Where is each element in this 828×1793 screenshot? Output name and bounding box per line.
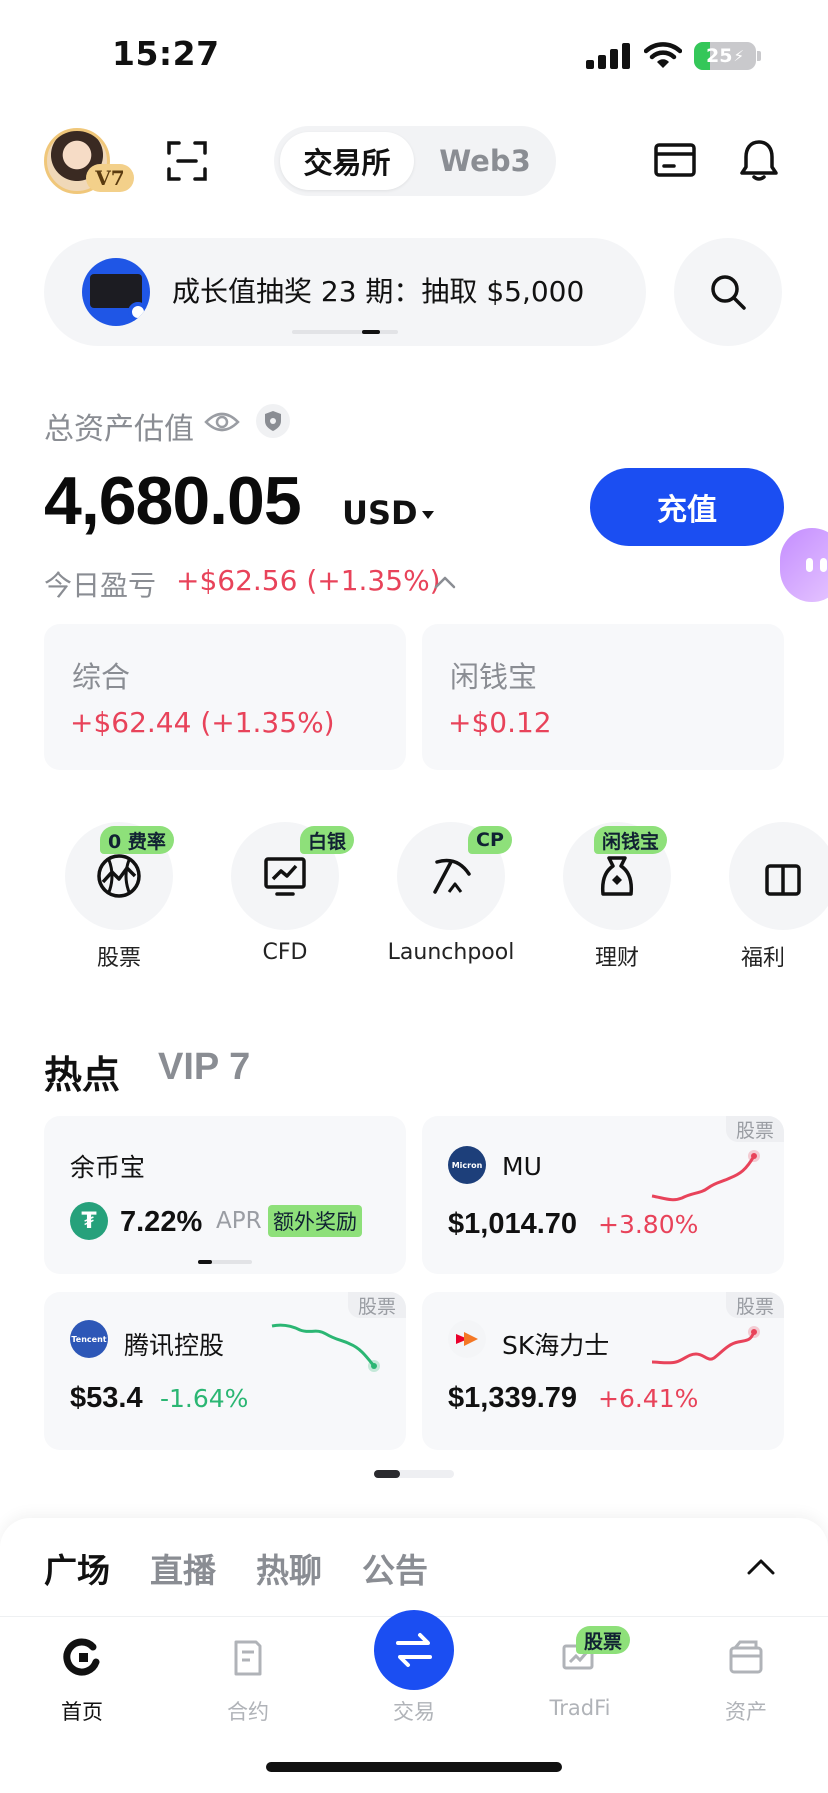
apr-value: 7.22% [120, 1206, 203, 1238]
battery-icon: 25 ⚡ [694, 42, 756, 70]
shield-icon[interactable] [256, 404, 290, 438]
shortcut-label: 股票 [96, 946, 141, 971]
hot-card-name: 腾讯控股 [124, 1331, 225, 1360]
currency-selector[interactable]: USD [342, 494, 418, 532]
hot-pager [374, 1470, 454, 1478]
nav-label: TradFi [549, 1696, 611, 1720]
tab-live[interactable]: 直播 [150, 1544, 216, 1592]
assistant-bubble[interactable] [780, 528, 828, 602]
hot-card-change: -1.64% [160, 1384, 249, 1413]
pnl-card-title: 闲钱宝 [450, 660, 538, 694]
tab-square[interactable]: 广场 [44, 1544, 110, 1592]
hot-card-tencent[interactable]: 股票 Tencent 腾讯控股 $53.4 -1.64% [44, 1292, 406, 1450]
pnl-card-value: +$62.44 (+1.35%) [70, 706, 335, 739]
card-icon[interactable] [654, 142, 696, 178]
sk-logo-icon [448, 1320, 486, 1358]
shortcut-label: CFD [262, 940, 308, 965]
micron-logo-icon: Micron [448, 1146, 486, 1184]
nav-label: 资产 [725, 1700, 767, 1724]
hot-card-name: MU [502, 1152, 542, 1181]
tab-exchange[interactable]: 交易所 [280, 132, 414, 190]
stock-tag: 股票 [726, 1292, 784, 1318]
gift-icon [765, 864, 801, 896]
hot-card-skhynix[interactable]: 股票 SK海力士 $1,339.79 +6.41% [422, 1292, 784, 1450]
nav-home[interactable]: 首页 [22, 1636, 142, 1736]
shortcut-badge: CP [468, 826, 512, 854]
hot-card-price: $1,339.79 [448, 1382, 578, 1414]
tab-announcements[interactable]: 公告 [362, 1544, 428, 1592]
sparkline-chart [651, 1150, 760, 1202]
deposit-button[interactable]: 充值 [590, 468, 784, 546]
cellular-signal-icon [586, 43, 630, 69]
pnl-card-savings[interactable]: 闲钱宝 +$0.12 [422, 624, 784, 770]
promo-pager [292, 330, 398, 334]
tether-icon: ₮ [70, 1202, 108, 1240]
extra-reward-badge: 额外奖励 [268, 1205, 362, 1237]
total-assets-amount: 4,680.05 [44, 463, 302, 539]
nav-futures[interactable]: 合约 [188, 1636, 308, 1736]
battery-cap [757, 51, 761, 61]
hot-section-title[interactable]: 热点 [44, 1044, 120, 1099]
hot-card-change: +3.80% [598, 1210, 699, 1239]
card-pager [198, 1260, 252, 1264]
pnl-card-title: 综合 [72, 660, 131, 694]
wallet-icon [729, 1640, 763, 1674]
hot-card-price: $1,014.70 [448, 1208, 578, 1240]
total-assets-label: 总资产估值 [44, 412, 194, 447]
search-icon [711, 275, 746, 310]
nav-label: 合约 [227, 1700, 269, 1724]
bell-icon[interactable] [738, 138, 780, 182]
stock-tag: 股票 [348, 1292, 406, 1318]
eye-icon[interactable] [204, 408, 240, 436]
stock-tag: 股票 [726, 1116, 784, 1142]
hot-card-mu[interactable]: 股票 Micron MU $1,014.70 +3.80% [422, 1116, 784, 1274]
nav-label: 交易 [393, 1700, 435, 1724]
hot-card-price: $53.4 [70, 1382, 143, 1414]
shortcut-badge: 闲钱宝 [594, 826, 668, 854]
monitor-chart-icon [264, 857, 306, 896]
hot-card-change: +6.41% [598, 1384, 699, 1413]
sparkline-chart [271, 1323, 380, 1372]
hot-card-name: SK海力士 [502, 1331, 610, 1360]
shortcut-label: Launchpool [387, 940, 515, 965]
nav-label: 首页 [61, 1700, 103, 1724]
globe-chart-icon [97, 854, 141, 898]
promo-text: 成长值抽奖 23 期：抽取 $5,000 [172, 275, 585, 308]
apr-label: APR [216, 1208, 262, 1234]
battery-level: 25 [706, 45, 733, 67]
caret-down-icon[interactable] [422, 511, 434, 519]
shortcut-label: 理财 [594, 946, 639, 971]
wifi-icon [644, 42, 682, 68]
shortcut-benefits[interactable] [729, 822, 828, 930]
nav-trade[interactable]: 交易 [354, 1636, 474, 1736]
home-indicator [266, 1762, 562, 1772]
contract-icon [234, 1640, 262, 1676]
sparkline-chart [651, 1326, 760, 1365]
vip-level-badge: V7 [86, 164, 134, 192]
shortcut-label: 福利 [741, 946, 783, 971]
today-pnl-label: 今日盈亏 [44, 569, 157, 602]
today-pnl-value: +$62.56 (+1.35%) [176, 564, 441, 597]
status-time: 15:27 [112, 34, 220, 73]
hot-card-savings[interactable]: 余币宝 ₮ 7.22% APR 额外奖励 [44, 1116, 406, 1274]
shortcut-badge: 0 费率 [100, 826, 174, 854]
chevron-up-icon[interactable] [432, 570, 458, 596]
pickaxe-icon [433, 858, 471, 894]
promo-image [82, 258, 150, 326]
scan-icon[interactable] [166, 140, 208, 182]
hot-card-name: 余币宝 [70, 1153, 146, 1182]
tencent-logo-icon: Tencent [70, 1320, 108, 1358]
tab-vip[interactable]: VIP 7 [158, 1046, 250, 1089]
shortcut-badge: 白银 [300, 826, 355, 854]
search-button[interactable] [674, 238, 782, 346]
money-bag-icon [600, 856, 634, 896]
tab-web3[interactable]: Web3 [420, 132, 550, 190]
chevron-up-icon[interactable] [744, 1550, 778, 1584]
pnl-card-overall[interactable]: 综合 +$62.44 (+1.35%) [44, 624, 406, 770]
tradfi-badge: 股票 [576, 1626, 631, 1654]
pnl-card-value: +$0.12 [448, 706, 552, 739]
home-logo-icon [63, 1638, 100, 1676]
tab-hot-chat[interactable]: 热聊 [256, 1544, 322, 1592]
nav-assets[interactable]: 资产 [686, 1636, 806, 1736]
